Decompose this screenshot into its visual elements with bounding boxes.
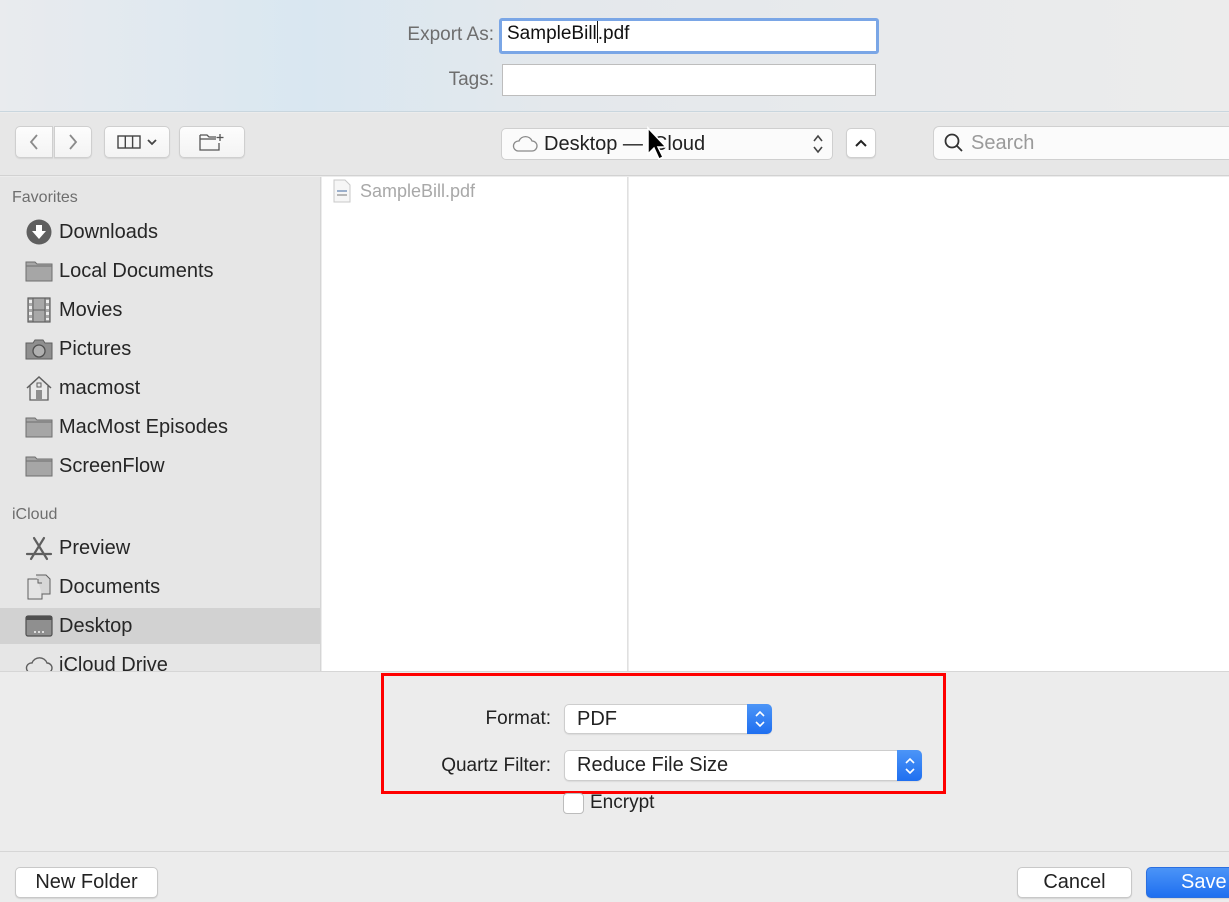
file-item: SampleBill.pdf <box>332 179 475 203</box>
sidebar-item-macmost[interactable]: macmost <box>0 370 320 406</box>
forward-button[interactable] <box>54 126 92 158</box>
sidebar: Favorites Downloads Local Documents Movi… <box>0 177 321 671</box>
search-placeholder: Search <box>971 131 1035 154</box>
sidebar-item-label: iCloud Drive <box>59 653 168 672</box>
chevron-down-icon <box>146 139 157 146</box>
search-input[interactable]: Search <box>933 126 1229 160</box>
sidebar-item-screenflow[interactable]: ScreenFlow <box>0 448 320 484</box>
new-folder-toolbar-button[interactable] <box>179 126 245 158</box>
sidebar-item-label: Pictures <box>59 337 132 360</box>
encrypt-checkbox[interactable] <box>563 793 584 814</box>
sidebar-item-preview[interactable]: Preview <box>0 530 320 566</box>
chevron-left-icon <box>29 134 38 150</box>
pdf-file-icon <box>333 179 351 203</box>
encrypt-label[interactable]: Encrypt <box>590 792 654 814</box>
sidebar-item-label: Desktop <box>59 614 133 637</box>
home-icon <box>25 374 53 402</box>
app-icon <box>25 534 53 562</box>
file-browser-empty-column <box>629 177 1229 671</box>
location-popup[interactable]: Desktop — iCloud <box>501 128 833 160</box>
film-icon <box>25 296 53 324</box>
search-icon <box>944 133 963 152</box>
folder-icon <box>25 452 53 480</box>
sidebar-item-downloads[interactable]: Downloads <box>0 214 320 250</box>
sidebar-heading-favorites: Favorites <box>12 189 78 206</box>
location-label: Desktop — iCloud <box>544 132 706 155</box>
view-mode-button[interactable] <box>104 126 170 158</box>
filename-extension: .pdf <box>597 23 630 44</box>
sidebar-item-label: Downloads <box>59 220 158 243</box>
desktop-icon <box>25 612 53 640</box>
sidebar-item-label: Local Documents <box>59 259 214 282</box>
cloud-icon <box>512 135 538 152</box>
sidebar-item-label: macmost <box>59 376 141 399</box>
new-folder-icon <box>199 134 224 151</box>
folder-icon <box>25 413 53 441</box>
sidebar-item-label: Documents <box>59 575 161 598</box>
sidebar-item-movies[interactable]: Movies <box>0 292 320 328</box>
tags-field[interactable] <box>502 64 876 96</box>
sidebar-item-label: ScreenFlow <box>59 454 165 477</box>
chevron-right-icon <box>69 134 78 150</box>
sidebar-heading-icloud: iCloud <box>12 506 58 523</box>
sidebar-item-label: MacMost Episodes <box>59 415 228 438</box>
up-down-chevron-icon <box>813 134 823 154</box>
sidebar-item-label: Movies <box>59 298 123 321</box>
expand-collapse-button[interactable] <box>846 128 876 158</box>
tags-label: Tags: <box>448 69 494 90</box>
new-folder-button[interactable]: New Folder <box>15 867 158 898</box>
annotation-highlight-box <box>381 673 946 794</box>
camera-icon <box>25 335 53 363</box>
filename-text: SampleBill <box>507 23 597 44</box>
dialog-footer: New Folder Cancel Save <box>0 851 1229 902</box>
sidebar-item-desktop[interactable]: Desktop <box>0 608 320 644</box>
sidebar-item-documents[interactable]: Documents <box>0 569 320 605</box>
sidebar-item-macmost-episodes[interactable]: MacMost Episodes <box>0 409 320 445</box>
folder-icon <box>25 257 53 285</box>
cloud-icon <box>25 651 53 671</box>
save-sheet-header: Export As: SampleBill.pdf Tags: <box>0 0 1229 112</box>
cancel-button[interactable]: Cancel <box>1017 867 1132 898</box>
column-view-icon <box>116 135 141 149</box>
save-button[interactable]: Save <box>1146 867 1229 898</box>
sidebar-item-label: Preview <box>59 536 131 559</box>
back-button[interactable] <box>15 126 53 158</box>
navigation-toolbar: Desktop — iCloud Search <box>0 113 1229 176</box>
file-name: SampleBill.pdf <box>360 180 476 201</box>
export-as-field[interactable]: SampleBill.pdf <box>499 18 879 54</box>
export-as-label: Export As: <box>407 24 494 45</box>
sidebar-item-pictures[interactable]: Pictures <box>0 331 320 367</box>
downloads-icon <box>25 218 53 246</box>
chevron-up-icon <box>855 139 867 147</box>
sidebar-item-local-documents[interactable]: Local Documents <box>0 253 320 289</box>
documents-icon <box>25 573 53 601</box>
sidebar-item-icloud-drive[interactable]: iCloud Drive <box>0 647 320 671</box>
file-browser-column: SampleBill.pdf <box>322 177 628 671</box>
